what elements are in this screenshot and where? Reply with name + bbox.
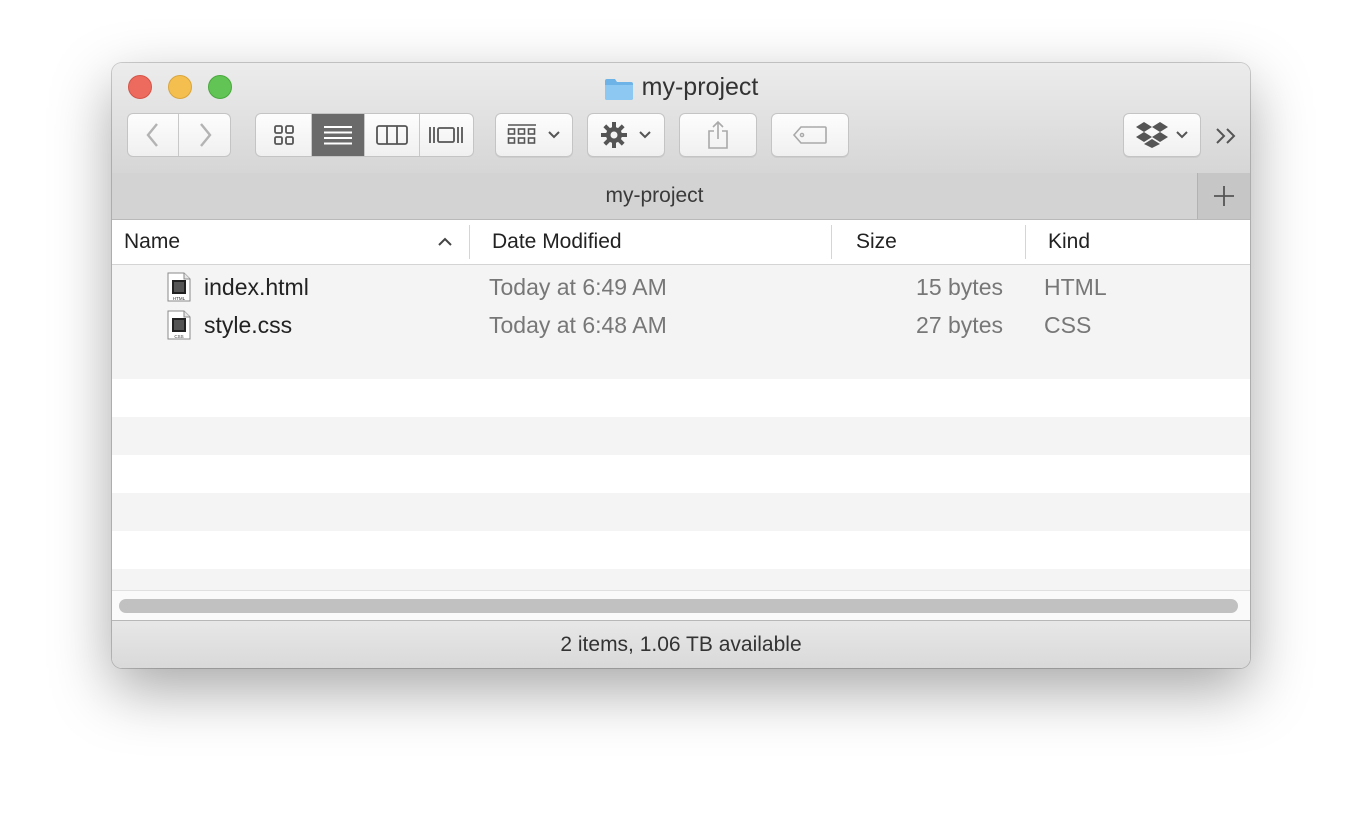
- share-button[interactable]: [679, 113, 757, 157]
- status-text: 2 items, 1.06 TB available: [560, 633, 802, 656]
- window-title-text: my-project: [641, 73, 759, 101]
- dropbox-icon: [1136, 122, 1168, 148]
- list-view-button[interactable]: [312, 114, 365, 156]
- file-date: Today at 6:48 AM: [489, 311, 667, 338]
- row-stripe: [112, 493, 1250, 531]
- column-name-label: Name: [124, 230, 181, 253]
- cover-flow-icon: [429, 127, 464, 143]
- column-separator[interactable]: [1025, 225, 1026, 259]
- gear-icon: [601, 122, 627, 148]
- finder-window: my-project my-project Name Date Modified…: [112, 63, 1250, 668]
- row-stripe: [112, 417, 1250, 455]
- back-button[interactable]: [128, 114, 180, 156]
- toolbar-overflow-button[interactable]: [1212, 121, 1242, 151]
- plus-icon: [1214, 186, 1234, 206]
- forward-button[interactable]: [179, 114, 230, 156]
- column-kind-label: Kind: [1048, 230, 1091, 253]
- column-header: Name Date Modified Size Kind: [112, 220, 1250, 265]
- grid-icon: [273, 125, 294, 145]
- double-chevron-right-icon: [1216, 128, 1236, 144]
- css-icon-label: CSS: [174, 334, 183, 339]
- nav-buttons: [127, 113, 231, 157]
- row-stripe: [112, 341, 1250, 379]
- file-date: Today at 6:49 AM: [489, 273, 667, 300]
- horizontal-scrollbar[interactable]: [112, 590, 1250, 621]
- html-file-icon: HTML: [167, 272, 191, 302]
- folder-icon: [604, 78, 633, 100]
- file-name: index.html: [204, 273, 309, 300]
- row-stripe: [112, 569, 1250, 590]
- column-date-modified[interactable]: Date Modified: [492, 220, 832, 264]
- action-button[interactable]: [587, 113, 665, 157]
- column-date-label: Date Modified: [492, 230, 622, 253]
- file-size: 27 bytes: [916, 311, 1003, 338]
- icon-view-button[interactable]: [256, 114, 313, 156]
- chevron-right-icon: [199, 123, 212, 147]
- chevron-down-icon: [548, 131, 560, 139]
- status-bar: 2 items, 1.06 TB available: [112, 620, 1250, 668]
- file-row[interactable]: CSS style.css Today at 6:48 AM 27 bytes …: [112, 306, 1250, 344]
- chevron-down-icon: [639, 131, 651, 139]
- tag-icon: [792, 126, 827, 144]
- view-mode-control: [255, 113, 474, 157]
- title-bar: my-project: [112, 63, 1250, 174]
- chevron-down-icon: [1176, 131, 1188, 139]
- file-row[interactable]: HTML index.html Today at 6:49 AM 15 byte…: [112, 268, 1250, 306]
- arrange-button[interactable]: [495, 113, 573, 157]
- file-kind: CSS: [1044, 311, 1092, 338]
- column-kind[interactable]: Kind: [1048, 220, 1248, 264]
- html-icon-label: HTML: [173, 296, 186, 301]
- window-title: my-project: [112, 73, 1250, 102]
- column-separator[interactable]: [469, 225, 470, 259]
- file-list: HTML index.html Today at 6:49 AM 15 byte…: [112, 265, 1250, 590]
- chevron-left-icon: [146, 123, 158, 147]
- dropbox-button[interactable]: [1123, 113, 1201, 157]
- cover-flow-view-button[interactable]: [420, 114, 474, 156]
- css-file-icon: CSS: [167, 310, 191, 340]
- column-view-button[interactable]: [365, 114, 420, 156]
- column-name[interactable]: Name: [124, 220, 464, 264]
- list-icon: [324, 126, 353, 145]
- tab-my-project[interactable]: my-project: [112, 184, 1197, 208]
- column-size-label: Size: [856, 230, 897, 253]
- sort-ascending-icon[interactable]: [437, 236, 453, 248]
- column-size[interactable]: Size: [856, 220, 1026, 264]
- arrange-grid-icon: [507, 124, 536, 144]
- share-icon: [708, 120, 728, 149]
- tags-button[interactable]: [771, 113, 849, 157]
- file-size: 15 bytes: [916, 273, 1003, 300]
- file-name: style.css: [204, 311, 293, 338]
- scrollbar-thumb[interactable]: [119, 599, 1238, 613]
- column-separator[interactable]: [831, 225, 832, 259]
- columns-icon: [375, 125, 408, 145]
- file-kind: HTML: [1044, 273, 1107, 300]
- tab-bar: my-project: [112, 173, 1250, 220]
- new-tab-button[interactable]: [1197, 173, 1250, 219]
